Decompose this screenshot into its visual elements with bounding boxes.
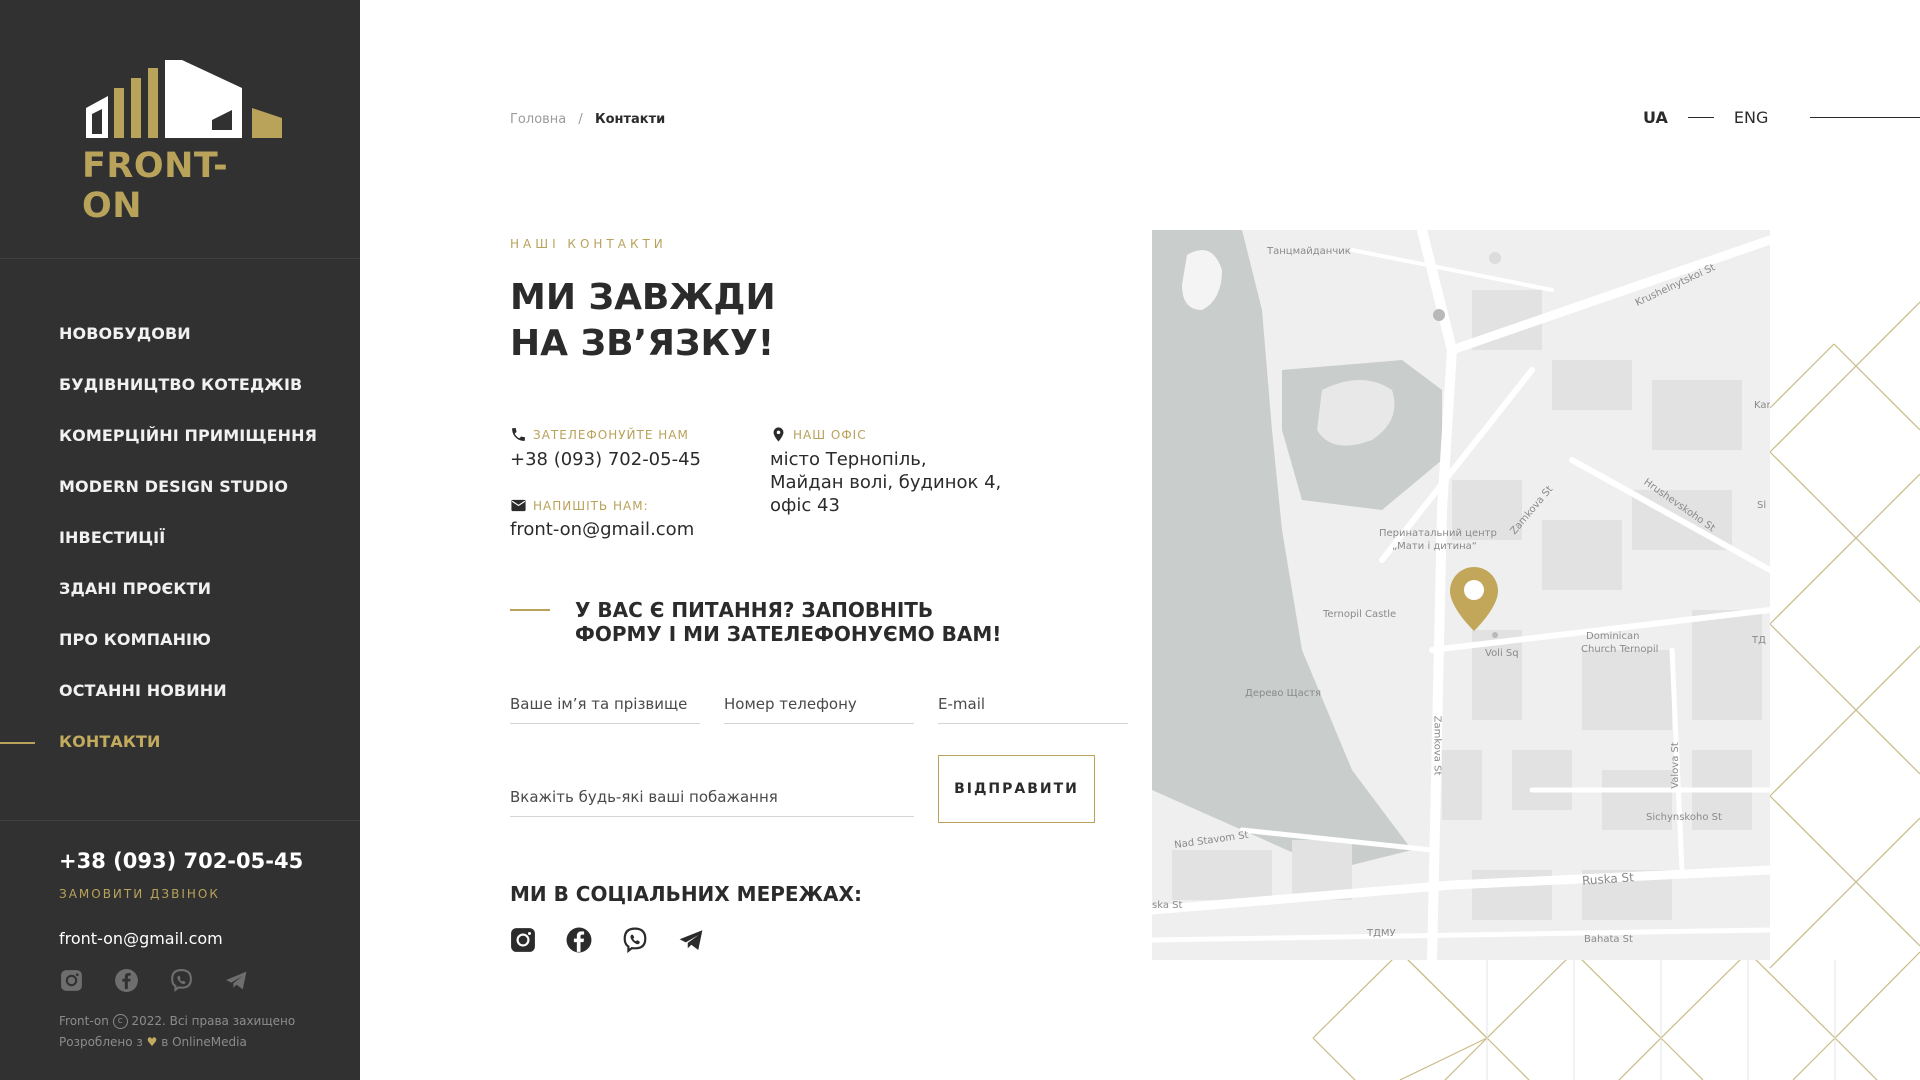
lang-ua-button[interactable]: UA [1643, 108, 1668, 127]
map-label: Valova St [1669, 742, 1681, 789]
title-line-1: МИ ЗАВЖДИ [510, 277, 776, 318]
location-pin-icon [773, 427, 784, 442]
breadcrumb-home[interactable]: Головна [510, 112, 566, 127]
map-label: Kan [1754, 400, 1770, 411]
map-marker-icon[interactable] [1448, 565, 1500, 633]
developer-suffix[interactable]: в OnlineMedia [161, 1035, 247, 1049]
sidebar-divider [0, 258, 360, 259]
map-label: Bahata St [1584, 934, 1633, 945]
viber-icon[interactable] [169, 968, 194, 993]
nav-item-commercial[interactable]: КОМЕРЦІЙНІ ПРИМІЩЕННЯ [0, 413, 360, 464]
nav-item-contacts[interactable]: КОНТАКТИ [0, 719, 360, 770]
email-field-wrapper [938, 684, 1128, 724]
order-call-link[interactable]: ЗАМОВИТИ ДЗВІНОК [59, 887, 220, 901]
write-us-text: НАПИШІТЬ НАМ: [533, 498, 649, 513]
viber-icon[interactable] [622, 927, 648, 954]
sidebar: FRONT-ON НОВОБУДОВИ БУДІВНИЦТВО КОТЕДЖІВ… [0, 0, 360, 1080]
map-label: ТД [1752, 635, 1766, 646]
facebook-icon[interactable] [114, 968, 139, 993]
map-label: ТДМУ [1367, 928, 1396, 939]
sidebar-social [59, 968, 249, 993]
message-input[interactable] [510, 777, 914, 816]
sidebar-email[interactable]: front-on@gmail.com [59, 929, 223, 948]
lang-divider [1687, 117, 1714, 118]
nav-item-investments[interactable]: ІНВЕСТИЦІЇ [0, 515, 360, 566]
office-address-line-1: місто Тернопіль, [770, 449, 927, 470]
logo-building-icon [86, 60, 282, 138]
logo[interactable]: FRONT-ON [82, 60, 282, 226]
main-nav: НОВОБУДОВИ БУДІВНИЦТВО КОТЕДЖІВ КОМЕРЦІЙ… [0, 311, 360, 770]
contact-phone[interactable]: +38 (093) 702-05-45 [510, 448, 701, 471]
map-label: Ternopil Castle [1323, 609, 1397, 620]
copyright-brand: Front-on [59, 1014, 109, 1028]
question-decor-line [510, 609, 550, 611]
nav-item-news[interactable]: ОСТАННІ НОВИНИ [0, 668, 360, 719]
map-label: Voli Sq [1485, 648, 1519, 659]
developer-prefix: Розроблено з [59, 1035, 143, 1049]
facebook-icon[interactable] [566, 927, 592, 953]
map-label: Zamkova St [1431, 715, 1443, 776]
office-text: НАШ ОФІС [793, 427, 867, 442]
instagram-icon[interactable] [59, 968, 84, 993]
main-social-icons [510, 927, 704, 954]
lang-eng-button[interactable]: ENG [1734, 108, 1768, 127]
breadcrumb-current: Контакти [594, 112, 666, 127]
map-label: Перинатальний центр [1379, 528, 1497, 539]
message-field-wrapper [510, 777, 914, 817]
map-label: ska St [1152, 900, 1183, 911]
submit-button[interactable]: ВІДПРАВИТИ [938, 755, 1095, 823]
name-input[interactable] [510, 684, 700, 723]
nav-item-cottages[interactable]: БУДІВНИЦТВО КОТЕДЖІВ [0, 362, 360, 413]
map-label: Танцмайданчик [1267, 246, 1351, 257]
office-address: місто Тернопіль, Майдан волі, будинок 4,… [770, 448, 1001, 517]
title-line-2: НА ЗВ’ЯЗКУ! [510, 323, 775, 364]
heart-icon: ♥ [146, 1035, 158, 1049]
sidebar-phone[interactable]: +38 (093) 702-05-45 [59, 849, 303, 873]
call-us-label: ЗАТЕЛЕФОНУЙТЕ НАМ [510, 426, 689, 443]
page-title: МИ ЗАВЖДИ НА ЗВ’ЯЗКУ! [510, 275, 776, 367]
nav-item-completed-projects[interactable]: ЗДАНІ ПРОЄКТИ [0, 566, 360, 617]
phone-field-wrapper [724, 684, 914, 724]
email-input[interactable] [938, 684, 1128, 723]
copyright: Front-on c 2022. Всі права захищено [59, 1014, 295, 1029]
section-label: НАШІ КОНТАКТИ [510, 237, 667, 251]
mail-icon [511, 499, 526, 512]
sidebar-divider [0, 820, 360, 821]
write-us-label: НАПИШІТЬ НАМ: [510, 497, 649, 514]
nav-item-about[interactable]: ПРО КОМПАНІЮ [0, 617, 360, 668]
phone-icon [512, 428, 525, 441]
office-address-line-2: Майдан волі, будинок 4, [770, 472, 1002, 493]
breadcrumb-separator: / [578, 112, 583, 127]
map-label: Dominican [1586, 631, 1640, 642]
breadcrumb: Головна / Контакти [510, 112, 665, 127]
name-field-wrapper [510, 684, 700, 724]
instagram-icon[interactable] [510, 927, 536, 953]
map-label: Sl [1757, 500, 1767, 511]
social-title: МИ В СОЦІАЛЬНИХ МЕРЕЖАХ: [510, 882, 862, 906]
form-question: У ВАС Є ПИТАННЯ? ЗАПОВНІТЬ ФОРМУ І МИ ЗА… [575, 598, 1001, 646]
form-question-line-2: ФОРМУ І МИ ЗАТЕЛЕФОНУЄМО ВАМ! [575, 622, 1002, 646]
developer-credit: Розроблено з ♥ в OnlineMedia [59, 1035, 247, 1049]
telegram-icon[interactable] [678, 927, 704, 953]
copyright-icon: c [112, 1014, 128, 1029]
language-switcher: UA ENG [1643, 108, 1768, 127]
copyright-text: 2022. Всі права захищено [131, 1014, 296, 1028]
header-decor-line [1810, 117, 1920, 118]
nav-item-design-studio[interactable]: MODERN DESIGN STUDIO [0, 464, 360, 515]
form-question-line-1: У ВАС Є ПИТАННЯ? ЗАПОВНІТЬ [575, 598, 934, 622]
call-us-text: ЗАТЕЛЕФОНУЙТЕ НАМ [533, 427, 689, 442]
office-address-line-3: офіс 43 [770, 495, 840, 516]
map-label: „Мати і дитина“ [1392, 541, 1477, 552]
map-label: Дерево Щастя [1245, 688, 1322, 699]
office-label: НАШ ОФІС [770, 426, 867, 443]
map-label: Sichynskoho St [1646, 812, 1722, 823]
phone-input[interactable] [724, 684, 914, 723]
telegram-icon[interactable] [224, 968, 249, 993]
map-label: Church Ternopil [1581, 644, 1659, 655]
nav-item-novobudovy[interactable]: НОВОБУДОВИ [0, 311, 360, 362]
logo-text: FRONT-ON [82, 146, 229, 226]
office-map[interactable]: Танцмайданчик Krushelnytskoi St Перината… [1152, 230, 1770, 960]
contact-email[interactable]: front-on@gmail.com [510, 518, 694, 541]
